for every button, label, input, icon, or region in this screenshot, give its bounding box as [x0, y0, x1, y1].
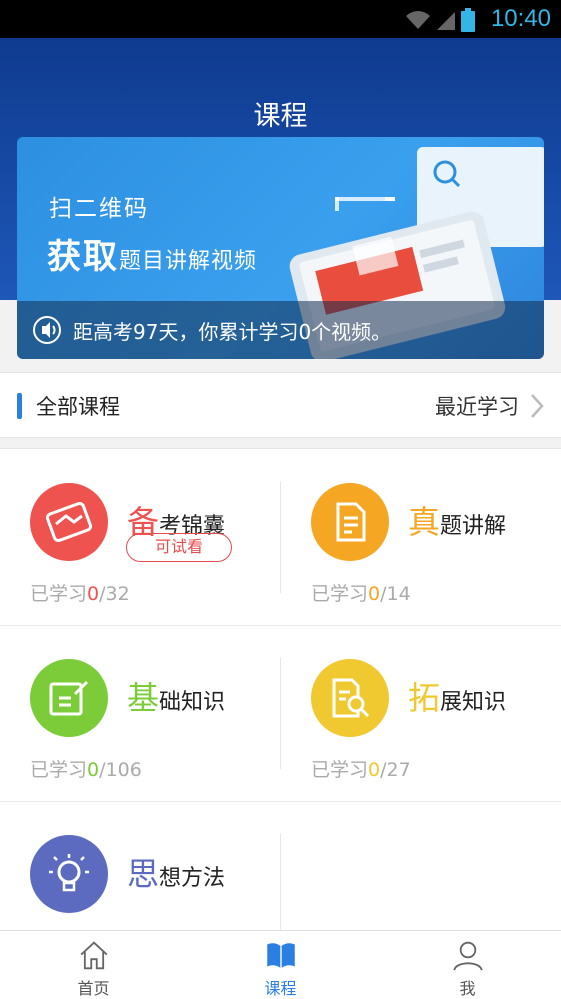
handshake-icon: [30, 483, 108, 561]
course-progress: 已学习0/106: [30, 759, 142, 781]
page-title: 课程: [253, 101, 308, 132]
book-icon: [266, 943, 295, 969]
status-icons: [405, 8, 475, 32]
status-time: 10:40: [490, 5, 551, 32]
status-bar: 10:40: [0, 0, 561, 38]
promo-banner[interactable]: 扫二维码 获取题目讲解视频 距高考97天，你累计学习0个视频。: [17, 137, 544, 359]
all-courses-row: 全部课程 最近学习: [0, 372, 561, 438]
tab-label: 课程: [264, 979, 297, 998]
banner-line1: 扫二维码: [49, 196, 149, 222]
course-name: 基础知识: [127, 679, 226, 717]
document-icon: [311, 483, 389, 561]
search-doc-icon: [311, 659, 389, 737]
tab-label: 首页: [77, 979, 110, 998]
person-icon: [452, 941, 483, 971]
wifi-icon: [406, 11, 430, 29]
course-progress: 已学习0/32: [30, 583, 130, 605]
course-progress: 已学习0/27: [311, 759, 411, 781]
tab-me[interactable]: 我: [374, 931, 561, 999]
home-icon: [80, 941, 107, 970]
section-accent-bar: [17, 393, 22, 419]
course-progress: 已学习0/14: [311, 583, 411, 605]
tab-label: 我: [459, 979, 476, 998]
course-card-past-papers[interactable]: 真题讲解 已学习0/14: [281, 449, 561, 625]
course-grid: 备考锦囊 可试看 已学习0/32 真题讲解 已学习0/14 基础知识 已学习0/…: [0, 448, 561, 931]
battery-icon: [461, 8, 475, 32]
course-card-prep[interactable]: 备考锦囊 可试看 已学习0/32: [0, 449, 280, 625]
banner-line2: 获取题目讲解视频: [47, 229, 257, 278]
tab-home[interactable]: 首页: [0, 931, 187, 999]
try-watch-badge[interactable]: 可试看: [126, 533, 232, 562]
banner-highlight: 获取: [47, 237, 119, 277]
banner-subtitle: 题目讲解视频: [119, 249, 258, 274]
tab-course[interactable]: 课程: [187, 931, 374, 999]
chevron-right-icon[interactable]: [529, 393, 545, 419]
divider: [280, 833, 281, 931]
countdown-notice: 距高考97天，你累计学习0个视频。: [17, 301, 544, 359]
volume-icon: [33, 316, 61, 344]
section-title: 全部课程: [36, 395, 120, 419]
recent-study-link[interactable]: 最近学习: [435, 391, 519, 421]
signal-icon: [437, 12, 455, 30]
lightbulb-icon: [30, 835, 108, 913]
bottom-tab-bar: 首页 课程 我: [0, 930, 561, 999]
course-card-extended[interactable]: 拓展知识 已学习0/27: [281, 625, 561, 801]
course-name: 拓展知识: [408, 679, 507, 717]
course-name: 真题讲解: [408, 503, 507, 541]
edit-icon: [30, 659, 108, 737]
notice-text: 距高考97天，你累计学习0个视频。: [73, 319, 392, 344]
course-card-basics[interactable]: 基础知识 已学习0/106: [0, 625, 280, 801]
course-name: 思想方法: [127, 855, 226, 893]
